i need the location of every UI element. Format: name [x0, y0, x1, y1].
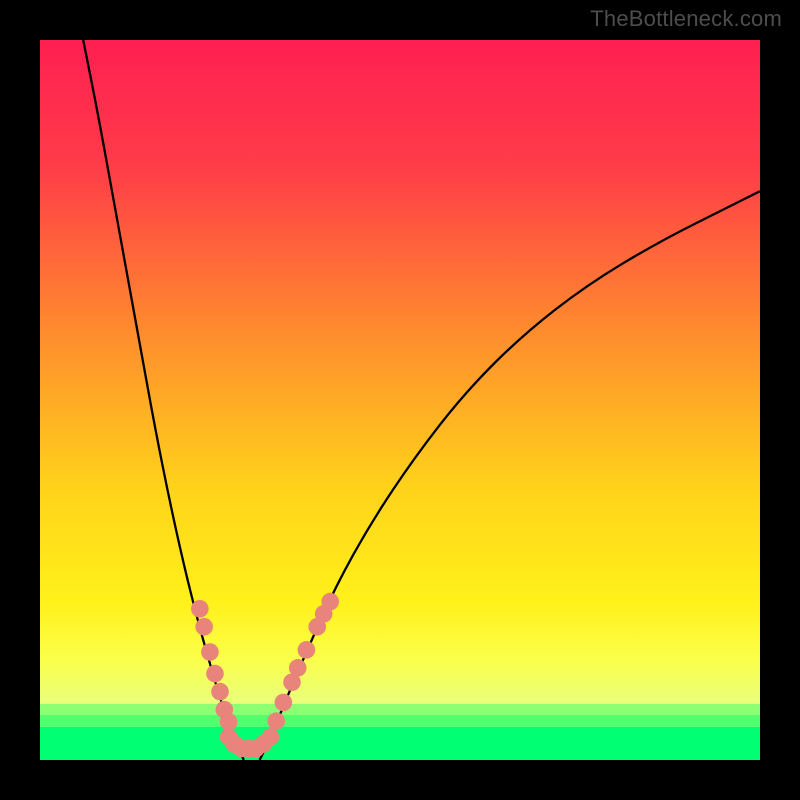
highlighted-points-group — [191, 593, 339, 757]
chart-svg — [40, 40, 760, 760]
data-point-marker — [298, 641, 316, 659]
chart-frame: TheBottleneck.com — [0, 0, 800, 800]
data-point-marker — [211, 683, 229, 701]
left-curve — [83, 40, 244, 760]
watermark-text: TheBottleneck.com — [590, 6, 782, 32]
data-point-marker — [267, 712, 285, 730]
right-curve — [260, 191, 760, 760]
plot-area — [40, 40, 760, 760]
data-point-marker — [289, 659, 307, 677]
data-point-marker — [321, 593, 339, 611]
data-point-marker — [195, 618, 213, 636]
data-point-marker — [275, 694, 293, 712]
data-point-marker — [201, 643, 219, 661]
data-point-marker — [191, 600, 209, 618]
data-point-marker — [220, 713, 238, 731]
data-point-marker — [206, 665, 224, 683]
data-point-marker — [262, 728, 280, 746]
